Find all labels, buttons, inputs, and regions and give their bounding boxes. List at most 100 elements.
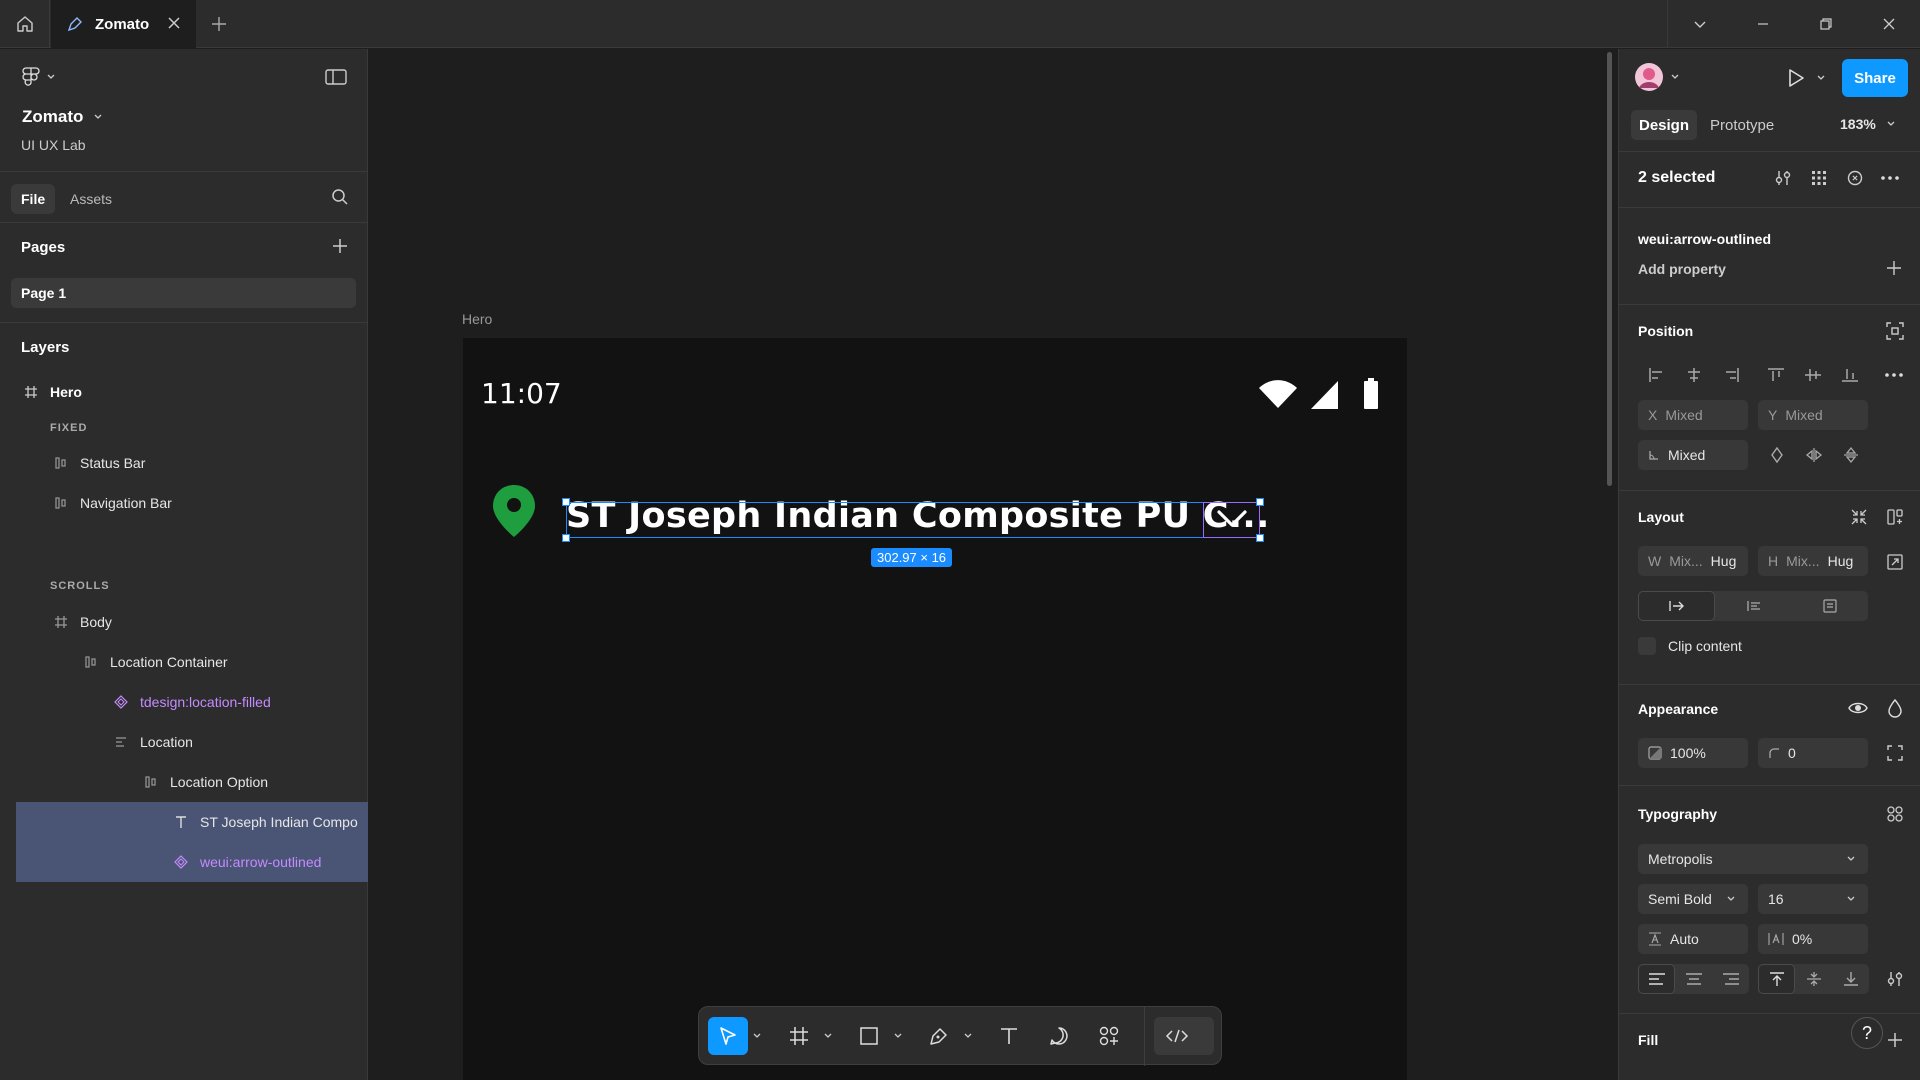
- tab-design[interactable]: Design: [1631, 110, 1698, 140]
- corner-radius-field[interactable]: 0: [1758, 738, 1868, 768]
- clip-content-row[interactable]: Clip content: [1638, 637, 1742, 655]
- canvas-scrollbar[interactable]: [1607, 52, 1612, 486]
- rotation-field[interactable]: Mixed: [1638, 440, 1748, 470]
- actions-button[interactable]: [1089, 1017, 1129, 1055]
- more-options-icon[interactable]: [1880, 169, 1900, 187]
- home-button[interactable]: [0, 0, 50, 48]
- eye-icon[interactable]: [1848, 699, 1868, 717]
- layer-body[interactable]: Body: [16, 602, 368, 642]
- close-window-button[interactable]: [1857, 0, 1920, 48]
- x-field[interactable]: X Mixed: [1638, 400, 1748, 430]
- shape-tool-button[interactable]: [849, 1017, 889, 1055]
- independent-corners-icon[interactable]: [1886, 744, 1904, 762]
- tab-assets[interactable]: Assets: [60, 184, 122, 214]
- move-tool-dropdown[interactable]: [750, 1017, 764, 1055]
- layer-location-container[interactable]: Location Container: [16, 642, 368, 682]
- frame-tool-dropdown[interactable]: [821, 1017, 835, 1055]
- new-tab-icon[interactable]: [208, 13, 230, 35]
- align-middle-button[interactable]: [1794, 360, 1831, 390]
- page-item[interactable]: Page 1: [11, 278, 356, 308]
- shape-tool-dropdown[interactable]: [891, 1017, 905, 1055]
- resize-handle-bl[interactable]: [562, 534, 570, 542]
- resize-handle-tl[interactable]: [562, 498, 570, 506]
- pen-tool-dropdown[interactable]: [961, 1017, 975, 1055]
- hero-frame[interactable]: [463, 338, 1407, 1080]
- add-fill-icon[interactable]: [1886, 1031, 1904, 1049]
- layer-hero[interactable]: Hero: [16, 372, 368, 412]
- minimize-button[interactable]: [1731, 0, 1794, 48]
- close-tab-icon[interactable]: [166, 15, 182, 31]
- layer-arrow-icon[interactable]: weui:arrow-outlined: [16, 842, 368, 882]
- share-button[interactable]: Share: [1842, 59, 1908, 97]
- frame-label[interactable]: Hero: [462, 311, 492, 327]
- pen-tool-button[interactable]: [919, 1017, 959, 1055]
- tab-file[interactable]: File: [11, 184, 56, 214]
- present-button[interactable]: [1786, 67, 1826, 89]
- blend-drop-icon[interactable]: [1886, 698, 1904, 718]
- layer-location[interactable]: Location: [16, 722, 368, 762]
- help-button[interactable]: ?: [1851, 1017, 1883, 1049]
- clip-content-checkbox[interactable]: [1638, 637, 1656, 655]
- frame-tool-button[interactable]: [779, 1017, 819, 1055]
- align-right-button[interactable]: [1712, 360, 1749, 390]
- align-bottom-button[interactable]: [1831, 360, 1868, 390]
- text-align-middle-button[interactable]: [1795, 964, 1832, 994]
- h-mode[interactable]: Hug: [1828, 553, 1854, 569]
- layer-status-bar[interactable]: Status Bar: [16, 443, 368, 483]
- opacity-field[interactable]: 100%: [1638, 738, 1748, 768]
- text-align-top-button[interactable]: [1758, 964, 1795, 994]
- line-height-field[interactable]: Auto: [1638, 924, 1748, 954]
- more-align-icon[interactable]: [1884, 366, 1904, 384]
- letter-spacing-field[interactable]: 0%: [1758, 924, 1868, 954]
- layer-navigation-bar[interactable]: Navigation Bar: [16, 483, 368, 523]
- adjust-icon[interactable]: [1774, 169, 1792, 187]
- tab-prototype[interactable]: Prototype: [1710, 117, 1774, 134]
- layer-location-text[interactable]: ST Joseph Indian Compo: [16, 802, 368, 842]
- height-field[interactable]: H Mix... Hug: [1758, 546, 1868, 576]
- resize-to-fit-icon[interactable]: [1886, 553, 1904, 571]
- flip-horizontal-button[interactable]: [1795, 440, 1832, 470]
- text-align-center-button[interactable]: [1675, 964, 1712, 994]
- zoom-dropdown[interactable]: 183%: [1840, 116, 1896, 132]
- text-align-left-button[interactable]: [1638, 964, 1675, 994]
- align-center-h-button[interactable]: [1675, 360, 1712, 390]
- add-property-label[interactable]: Add property: [1638, 261, 1726, 277]
- resize-handle-tr[interactable]: [1256, 498, 1264, 506]
- font-size-select[interactable]: 16: [1758, 884, 1868, 914]
- move-tool-button[interactable]: [708, 1017, 748, 1055]
- comment-tool-button[interactable]: [1039, 1017, 1079, 1055]
- flip-vertical-button[interactable]: [1832, 440, 1869, 470]
- align-top-button[interactable]: [1757, 360, 1794, 390]
- toggle-sidebar-icon[interactable]: [325, 68, 347, 86]
- y-field[interactable]: Y Mixed: [1758, 400, 1868, 430]
- vertical-direction-button[interactable]: [1792, 591, 1868, 621]
- text-align-right-button[interactable]: [1712, 964, 1749, 994]
- restore-button[interactable]: [1794, 0, 1857, 48]
- search-icon[interactable]: [331, 188, 349, 206]
- tabs-dropdown-button[interactable]: [1668, 0, 1731, 48]
- file-tab[interactable]: Zomato: [51, 0, 196, 48]
- selection-box[interactable]: [566, 502, 1260, 538]
- text-styles-icon[interactable]: [1886, 805, 1904, 823]
- grid-icon[interactable]: [1810, 169, 1828, 187]
- add-property-icon[interactable]: [1886, 260, 1902, 276]
- horizontal-direction-button[interactable]: [1638, 591, 1715, 621]
- font-weight-select[interactable]: Semi Bold: [1638, 884, 1748, 914]
- text-align-bottom-button[interactable]: [1832, 964, 1869, 994]
- add-page-icon[interactable]: [331, 237, 349, 255]
- align-left-button[interactable]: [1638, 360, 1675, 390]
- layer-location-option[interactable]: Location Option: [16, 762, 368, 802]
- font-family-select[interactable]: Metropolis: [1638, 844, 1868, 874]
- width-field[interactable]: W Mix... Hug: [1638, 546, 1748, 576]
- w-mode[interactable]: Hug: [1711, 553, 1737, 569]
- shrink-icon[interactable]: [1850, 508, 1868, 526]
- layer-location-icon[interactable]: tdesign:location-filled: [16, 682, 368, 722]
- type-settings-icon[interactable]: [1886, 970, 1904, 988]
- resize-handle-br[interactable]: [1256, 534, 1264, 542]
- text-tool-button[interactable]: [989, 1017, 1029, 1055]
- constraints-icon[interactable]: [1886, 322, 1904, 340]
- auto-layout-icon[interactable]: [1886, 508, 1904, 526]
- rotate-button[interactable]: [1758, 440, 1795, 470]
- user-menu[interactable]: [1634, 62, 1680, 92]
- wrap-direction-button[interactable]: [1715, 591, 1792, 621]
